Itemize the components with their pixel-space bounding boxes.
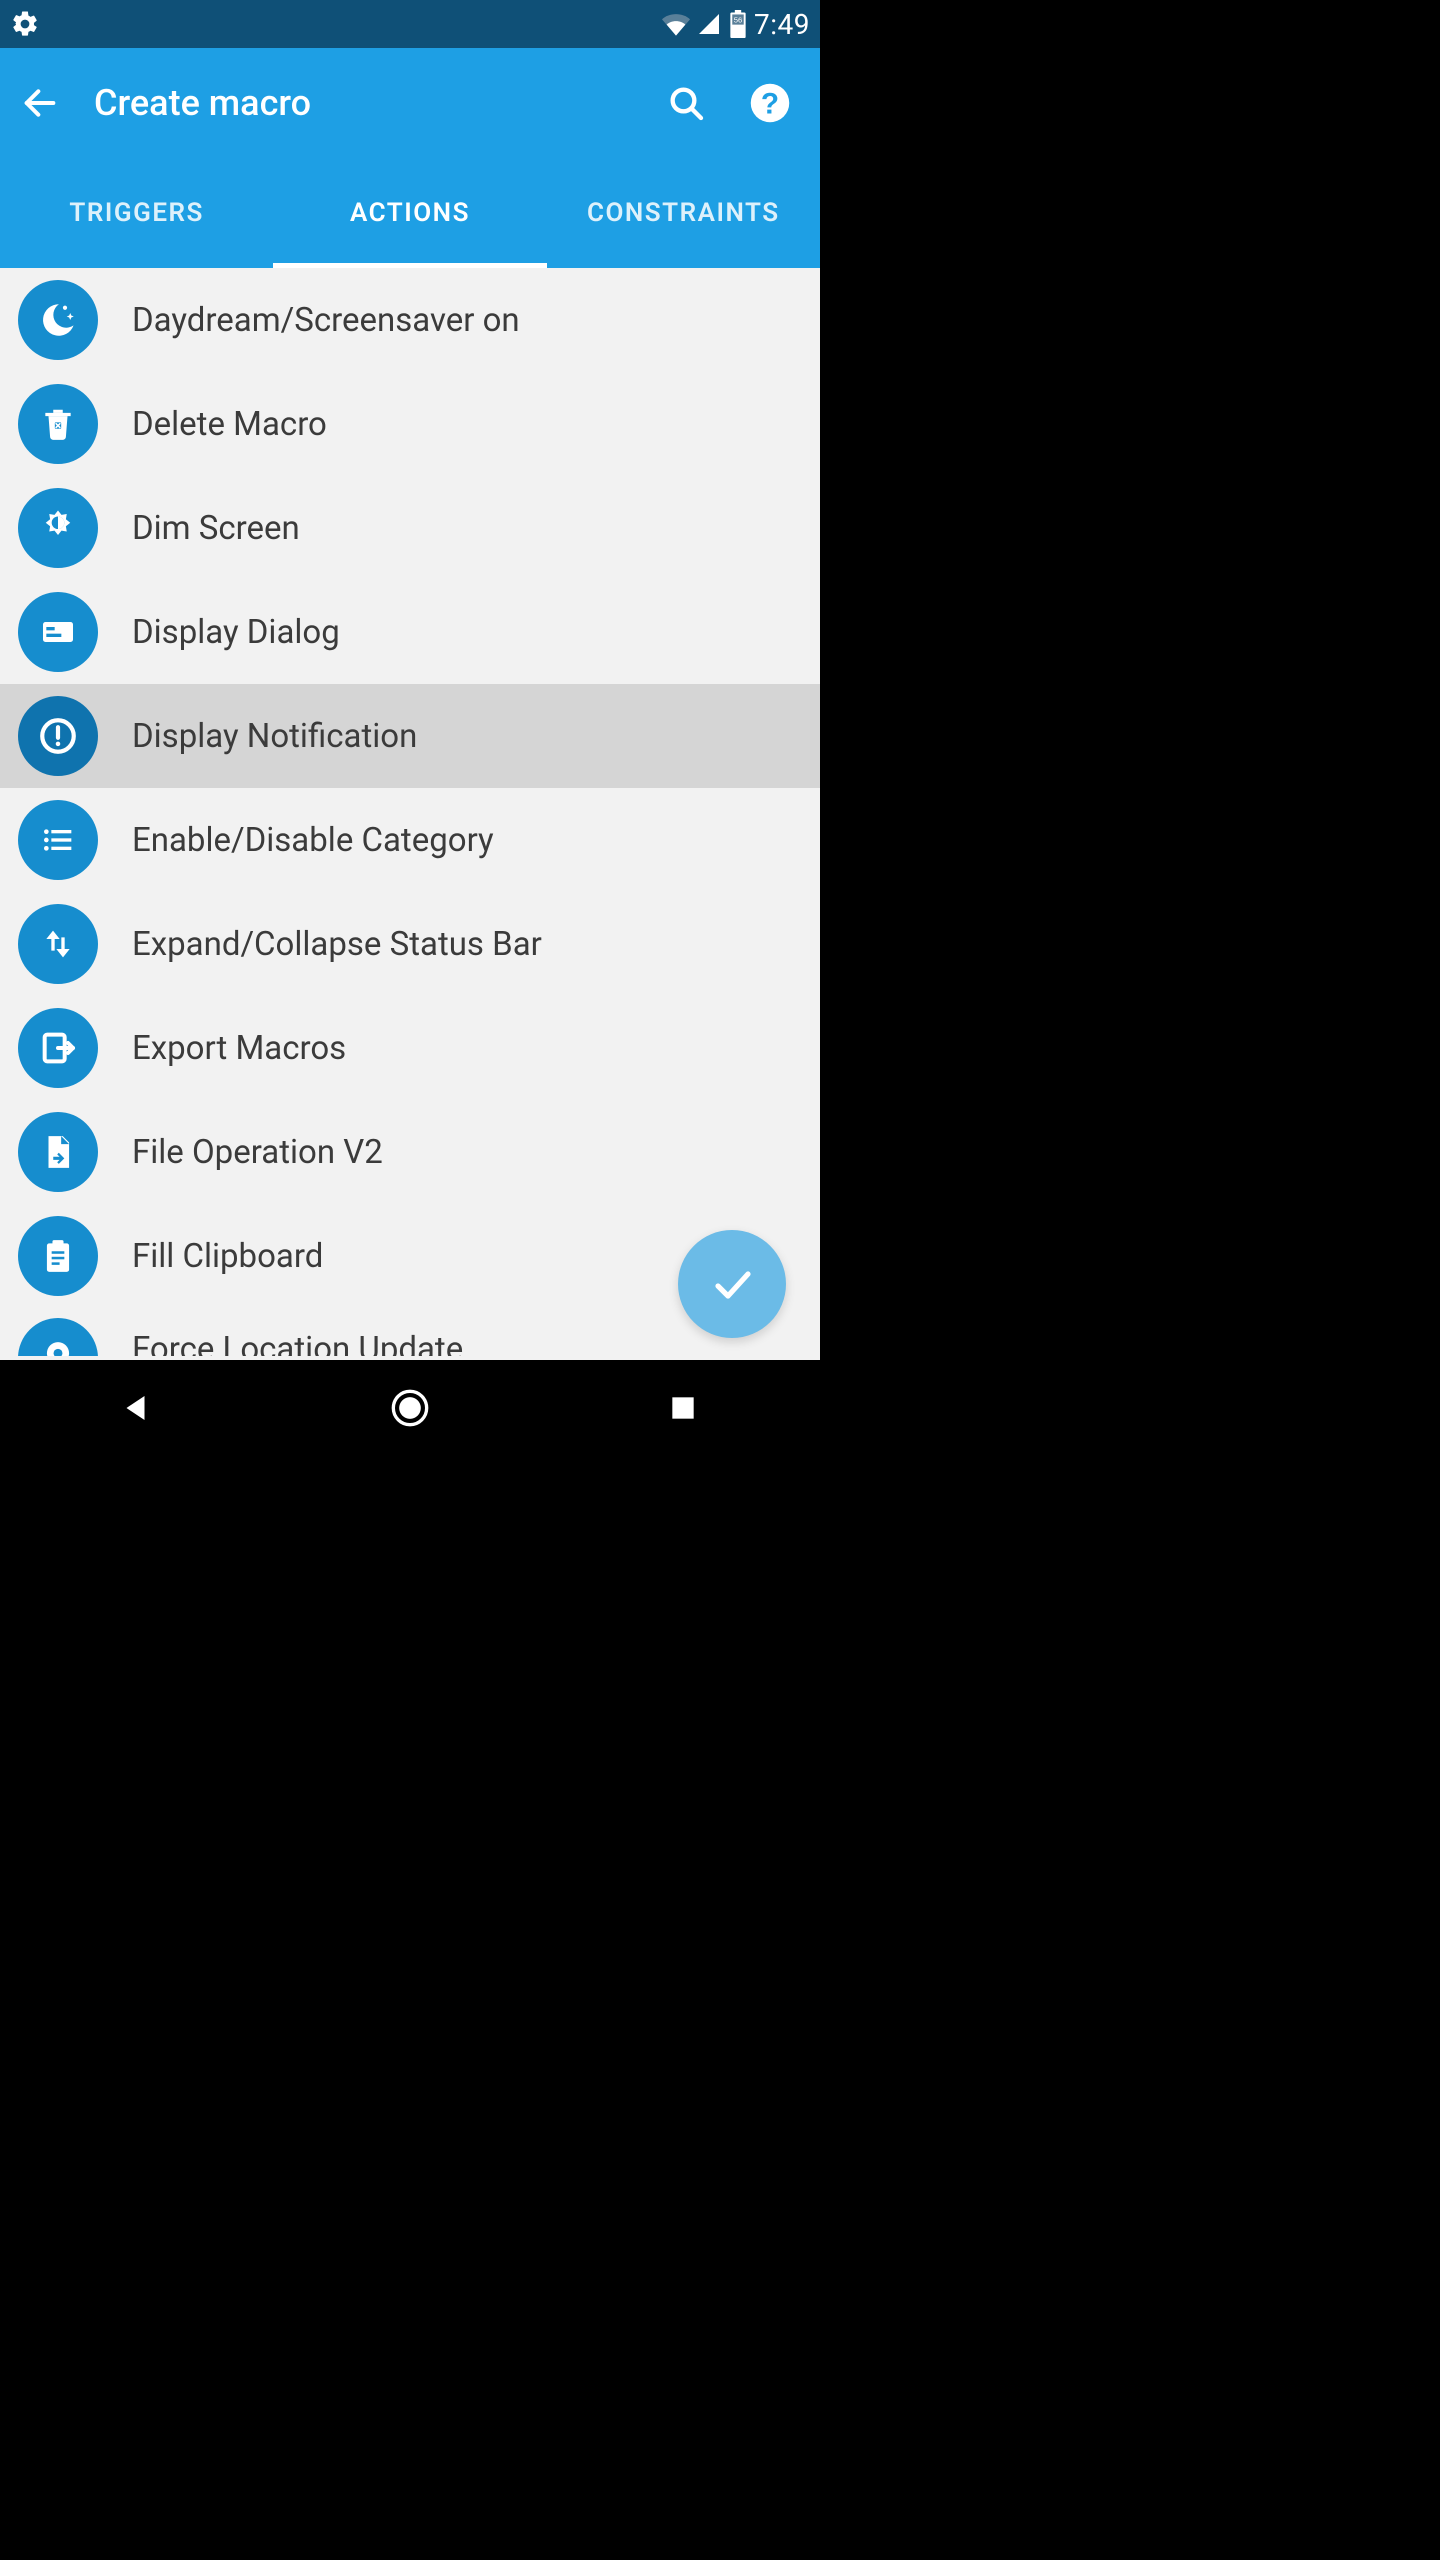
tab-constraints[interactable]: CONSTRAINTS (547, 158, 820, 268)
tab-triggers[interactable]: TRIGGERS (0, 158, 273, 268)
list-item[interactable]: Enable/Disable Category (0, 788, 820, 892)
list-item-label: Daydream/Screensaver on (132, 301, 520, 340)
list-item[interactable]: Export Macros (0, 996, 820, 1100)
screen: 56 7:49 Create macro ? TRIGGERS ACTIONS (0, 0, 820, 1456)
list-item[interactable]: Dim Screen (0, 476, 820, 580)
alert-circle-icon (18, 696, 98, 776)
help-button[interactable]: ? (746, 79, 794, 127)
help-icon: ? (749, 82, 791, 124)
list-icon (18, 800, 98, 880)
navigation-bar (0, 1360, 820, 1456)
app-bar: Create macro ? TRIGGERS ACTIONS CONSTRAI… (0, 48, 820, 268)
list-item-label: Export Macros (132, 1029, 346, 1068)
square-recent-icon (667, 1392, 699, 1424)
tab-actions[interactable]: ACTIONS (273, 158, 546, 268)
list-item-label: Fill Clipboard (132, 1237, 323, 1276)
wifi-icon (662, 12, 690, 36)
app-bar-row: Create macro ? (0, 48, 820, 158)
file-arrow-icon (18, 1112, 98, 1192)
status-bar: 56 7:49 (0, 0, 820, 48)
brightness-icon (18, 488, 98, 568)
list-item[interactable]: Display Notification (0, 684, 820, 788)
triangle-back-icon (119, 1390, 155, 1426)
list-item[interactable]: Delete Macro (0, 372, 820, 476)
confirm-fab[interactable] (678, 1230, 786, 1338)
location-icon (18, 1318, 98, 1356)
actions-list[interactable]: Daydream/Screensaver on Delete Macro Dim… (0, 268, 820, 1360)
list-item[interactable]: Expand/Collapse Status Bar (0, 892, 820, 996)
status-left (10, 9, 40, 39)
page-title: Create macro (94, 82, 311, 124)
list-item[interactable]: Daydream/Screensaver on (0, 268, 820, 372)
list-item-label: Dim Screen (132, 509, 300, 548)
list-item[interactable]: File Operation V2 (0, 1100, 820, 1204)
search-icon (666, 83, 706, 123)
status-time: 7:49 (754, 8, 810, 41)
moon-stars-icon (18, 280, 98, 360)
trash-icon (18, 384, 98, 464)
list-item-label: Force Location Update (132, 1330, 463, 1356)
card-icon (18, 592, 98, 672)
list-item-label: Display Notification (132, 717, 417, 756)
cell-signal-icon (696, 12, 722, 36)
circle-home-icon (390, 1388, 430, 1428)
arrow-left-icon (20, 83, 60, 123)
swap-vertical-icon (18, 904, 98, 984)
tabs: TRIGGERS ACTIONS CONSTRAINTS (0, 158, 820, 268)
settings-gear-icon (10, 9, 40, 39)
check-icon (708, 1260, 756, 1308)
battery-icon: 56 (728, 10, 748, 38)
status-right: 56 7:49 (662, 8, 810, 41)
list-item-label: Display Dialog (132, 613, 340, 652)
svg-text:?: ? (761, 88, 779, 121)
app-actions: ? (662, 79, 804, 127)
battery-text: 56 (734, 16, 742, 25)
list-item-label: File Operation V2 (132, 1133, 383, 1172)
clipboard-icon (18, 1216, 98, 1296)
list-item-label: Enable/Disable Category (132, 821, 494, 860)
export-icon (18, 1008, 98, 1088)
nav-recent-button[interactable] (643, 1378, 723, 1438)
nav-back-button[interactable] (97, 1378, 177, 1438)
list-item[interactable]: Display Dialog (0, 580, 820, 684)
search-button[interactable] (662, 79, 710, 127)
list-item-label: Expand/Collapse Status Bar (132, 925, 542, 964)
back-button[interactable] (16, 79, 64, 127)
nav-home-button[interactable] (370, 1378, 450, 1438)
list-item-label: Delete Macro (132, 405, 327, 444)
